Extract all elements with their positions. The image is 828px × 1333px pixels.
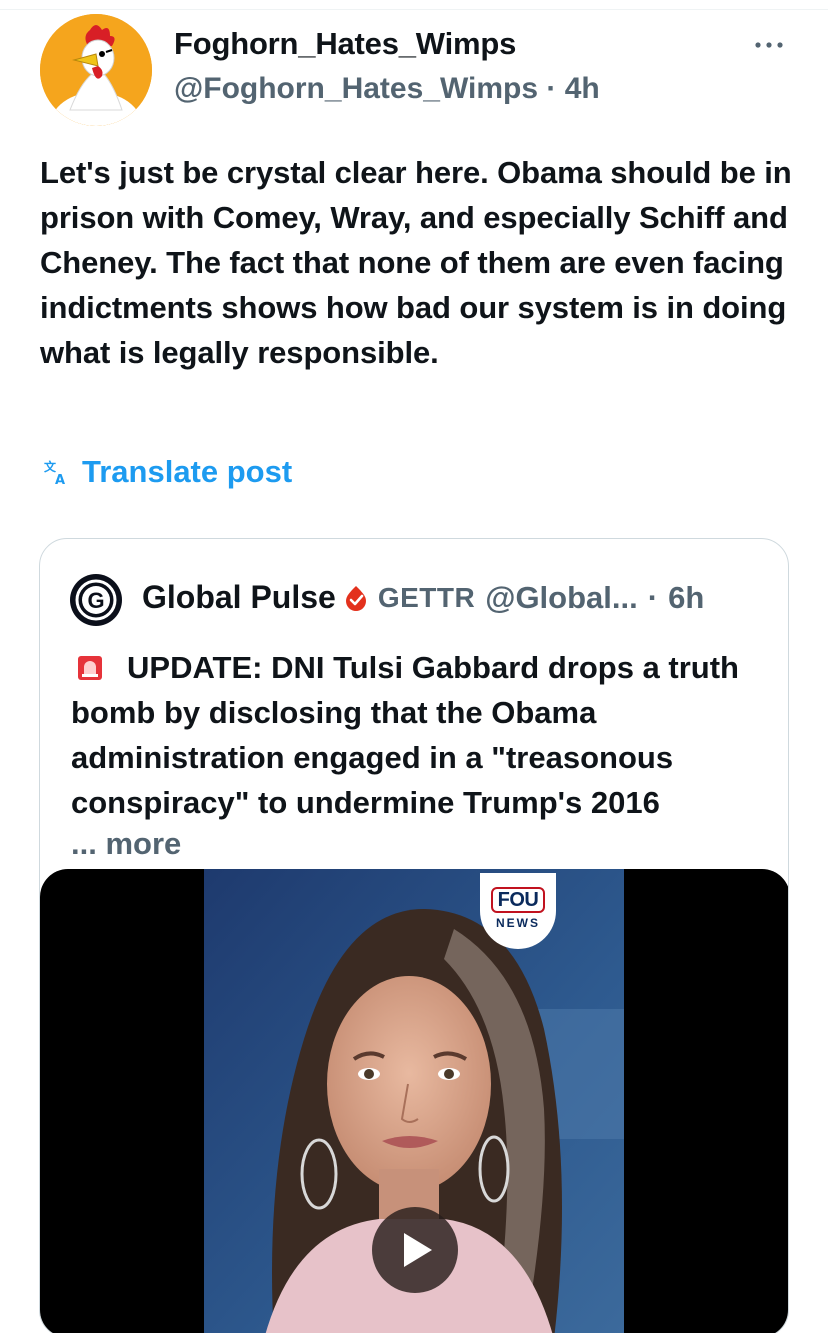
news-channel-logo: FOU NEWS <box>480 873 556 949</box>
translate-post-link[interactable]: 文 A Translate post <box>44 452 292 492</box>
show-more-link[interactable]: ... more <box>71 826 181 862</box>
handle-time-line: @Foghorn_Hates_Wimps · 4h <box>174 72 600 106</box>
post-time[interactable]: 4h <box>565 72 600 105</box>
more-horizontal-icon[interactable] <box>752 28 786 62</box>
video-player[interactable]: FOU NEWS <box>40 869 788 1333</box>
quote-separator-dot: · <box>647 579 659 615</box>
translate-icon: 文 A <box>44 459 65 485</box>
play-icon <box>404 1233 432 1267</box>
play-button[interactable] <box>372 1207 458 1293</box>
logo-bottom-text: NEWS <box>496 916 540 930</box>
global-pulse-logo-icon: G <box>70 574 122 626</box>
separator-dot: · <box>546 72 557 105</box>
top-divider <box>0 9 828 10</box>
quote-avatar[interactable]: G <box>69 573 123 627</box>
siren-emoji-icon <box>78 656 102 680</box>
quote-handle[interactable]: @Global... <box>485 580 638 616</box>
quoted-post-card[interactable]: G Global Pulse GETTR @Global... · 6h UPD… <box>39 538 789 1333</box>
display-name[interactable]: Foghorn_Hates_Wimps <box>174 26 516 62</box>
quote-text: UPDATE: DNI Tulsi Gabbard drops a truth … <box>71 650 739 820</box>
avatar[interactable] <box>40 14 152 126</box>
quote-platform: GETTR <box>377 581 476 613</box>
svg-text:G: G <box>87 588 104 613</box>
quote-header: Global Pulse GETTR @Global... · 6h <box>142 579 704 616</box>
svg-text:文: 文 <box>44 459 57 474</box>
quote-display-name[interactable]: Global Pulse <box>142 579 336 616</box>
gettr-verified-badge-icon <box>345 585 366 611</box>
rooster-avatar-icon <box>40 14 152 126</box>
svg-text:A: A <box>55 473 65 485</box>
quote-text-block: UPDATE: DNI Tulsi Gabbard drops a truth … <box>71 645 771 825</box>
handle[interactable]: @Foghorn_Hates_Wimps <box>174 72 538 105</box>
post-text: Let's just be crystal clear here. Obama … <box>40 155 792 370</box>
quote-time[interactable]: 6h <box>668 580 704 616</box>
translate-label: Translate post <box>82 454 293 489</box>
logo-top-text: FOU <box>491 887 545 913</box>
